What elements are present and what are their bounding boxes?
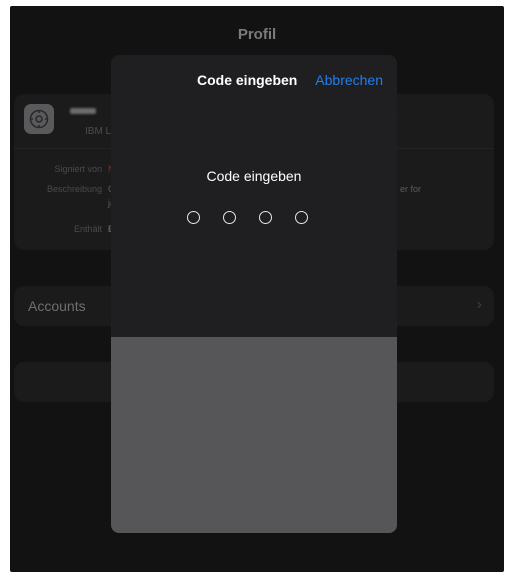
cancel-button[interactable]: Abbrechen [315, 72, 383, 88]
contains-label: Enthält [73, 224, 102, 234]
accounts-label: Accounts [28, 298, 86, 314]
chevron-right-icon: › [476, 296, 482, 313]
passcode-dot-1 [187, 211, 200, 224]
modal-title: Code eingeben [197, 72, 298, 88]
page-title: Profil [237, 26, 277, 43]
modal-header: Code eingeben Abbrechen [111, 55, 397, 103]
passcode-dot-3 [259, 211, 272, 224]
passcode-dots [187, 211, 308, 224]
passcode-dot-2 [223, 211, 236, 224]
keypad-area[interactable] [111, 337, 397, 533]
passcode-dot-4 [295, 211, 308, 224]
settings-icon [24, 104, 54, 134]
description-label: Beschreibung [46, 184, 102, 194]
signed-by-label: Signiert von [54, 164, 102, 174]
passcode-prompt: Code eingeben [206, 168, 302, 184]
passcode-modal: Code eingeben Abbrechen Code eingeben [111, 55, 397, 533]
description-value-right: er for [400, 184, 422, 194]
profile-name-redacted [70, 108, 96, 114]
